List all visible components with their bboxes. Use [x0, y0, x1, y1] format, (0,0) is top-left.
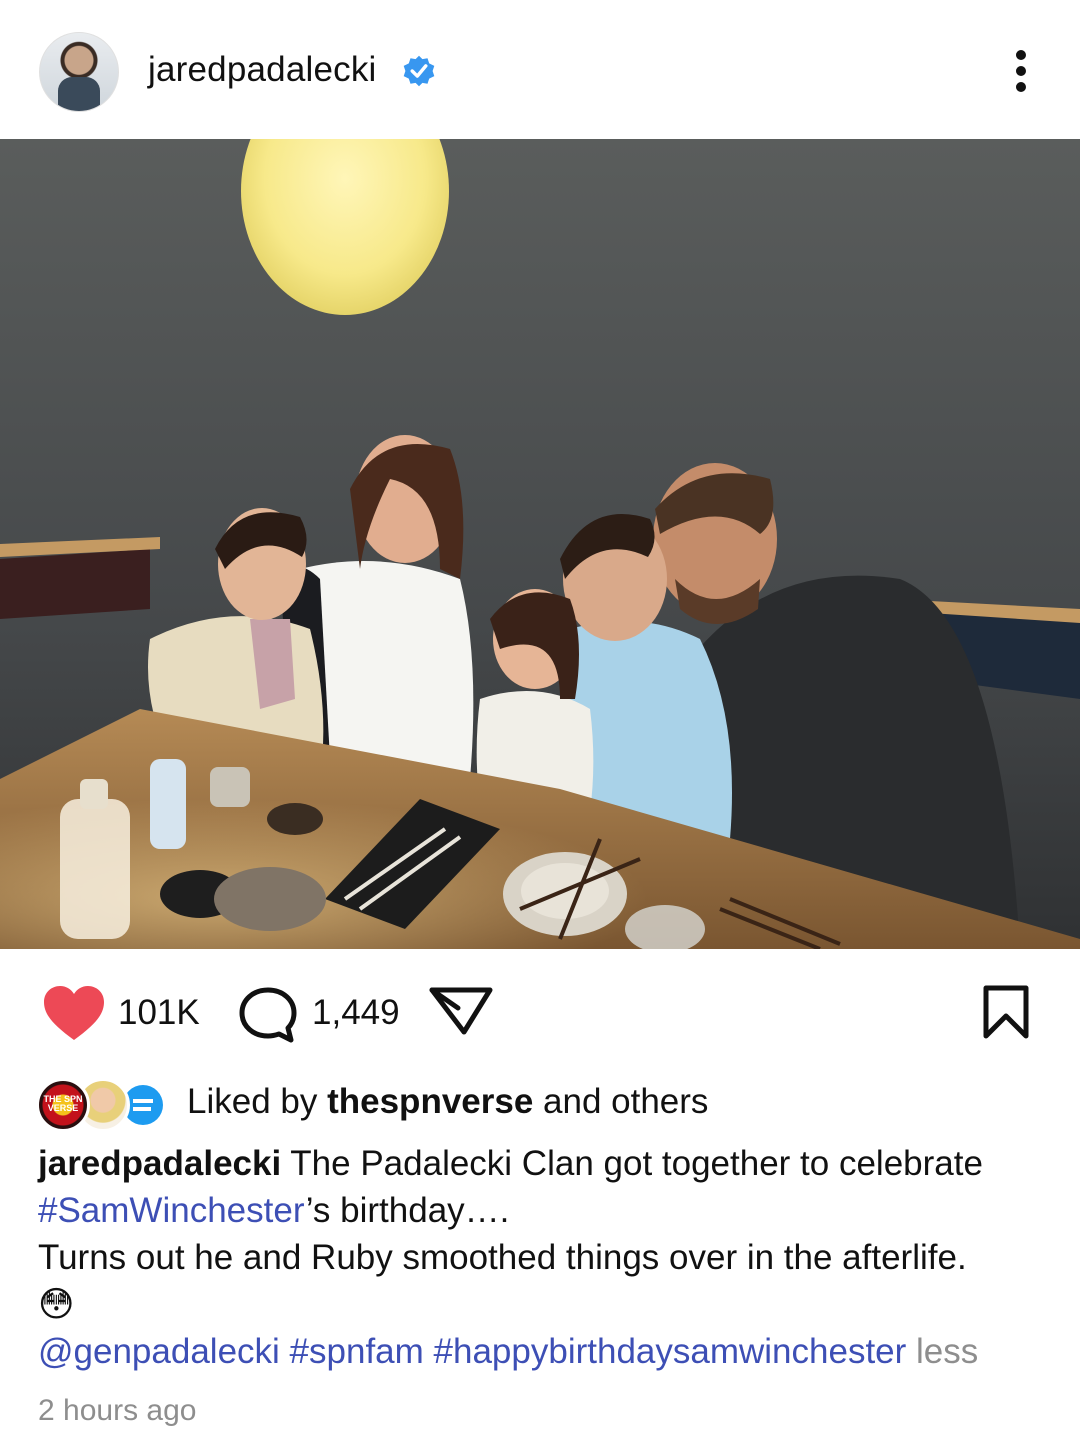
comment-icon[interactable]: [238, 986, 298, 1044]
bookmark-icon[interactable]: [982, 984, 1030, 1040]
action-bar: 101K 1,449: [0, 950, 1080, 1070]
avatar[interactable]: [39, 32, 119, 112]
caption-line2: Turns out he and Ruby smoothed things ov…: [38, 1238, 967, 1277]
post-username[interactable]: jaredpadalecki: [148, 50, 377, 90]
like-heart-icon[interactable]: [42, 984, 106, 1042]
liked-by-user[interactable]: thespnverse: [327, 1082, 533, 1121]
post-photo-image: [0, 139, 1080, 949]
hashtag-samwinchester[interactable]: #SamWinchester: [38, 1191, 306, 1230]
caption-emoji: 😳: [38, 1285, 75, 1324]
post-caption: jaredpadalecki The Padalecki Clan got to…: [38, 1144, 983, 1371]
share-send-icon[interactable]: [428, 986, 494, 1036]
hashtag-happybirthdaysamwinchester[interactable]: #happybirthdaysamwinchester: [434, 1332, 907, 1371]
mention-genpadalecki[interactable]: @genpadalecki: [38, 1332, 280, 1371]
post-header: jaredpadalecki: [0, 0, 1080, 139]
hashtag-spnfam[interactable]: #spnfam: [290, 1332, 424, 1371]
caption-less-link[interactable]: less: [916, 1332, 978, 1371]
comment-count[interactable]: 1,449: [312, 993, 400, 1033]
liked-by-text: Liked by thespnverse and others: [187, 1082, 709, 1121]
liked-by-row[interactable]: THE SPN VERSE Liked by thespnverse and o…: [36, 1072, 1036, 1132]
liker-avatar-spnverse: THE SPN VERSE: [36, 1078, 90, 1132]
verified-badge-icon: [403, 55, 435, 87]
caption-username[interactable]: jaredpadalecki: [38, 1144, 281, 1183]
like-count[interactable]: 101K: [118, 993, 200, 1033]
post-timestamp: 2 hours ago: [38, 1394, 197, 1427]
more-vertical-icon[interactable]: [1004, 46, 1040, 96]
post-photo[interactable]: [0, 139, 1080, 949]
